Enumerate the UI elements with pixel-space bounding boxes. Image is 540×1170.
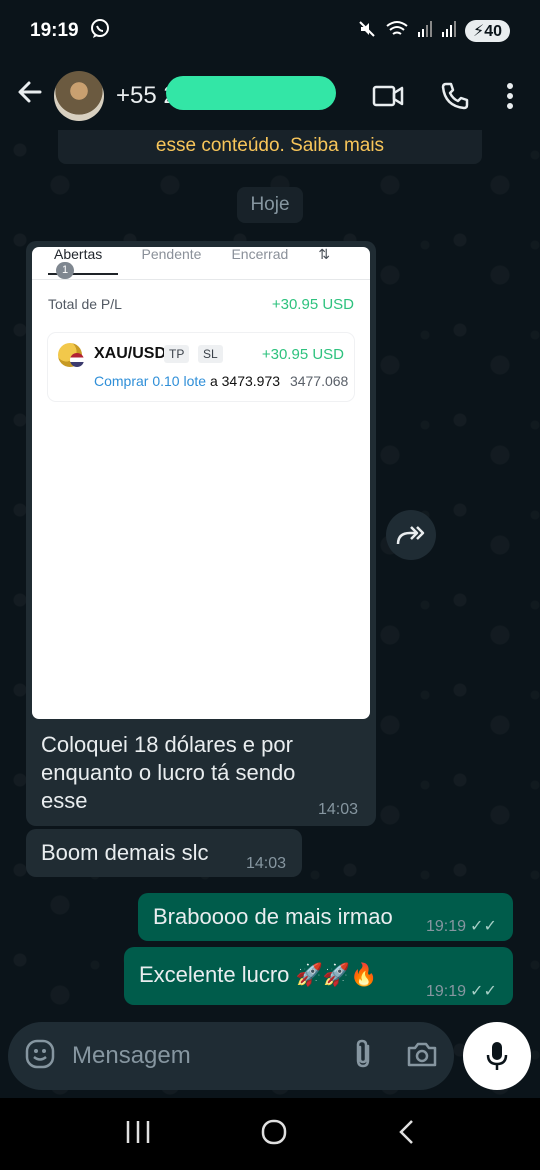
battery-indicator: ⚡40 xyxy=(464,20,510,42)
voice-message-button[interactable] xyxy=(463,1022,531,1090)
menu-button[interactable] xyxy=(506,82,514,110)
voice-call-button[interactable] xyxy=(440,81,470,111)
position-card: XAU/USD TP SL +30.95 USD Comprar 0.10 lo… xyxy=(48,333,354,401)
total-pl-row: Total de P/L +30.95 USD xyxy=(32,296,370,313)
emoji-button[interactable] xyxy=(24,1038,56,1075)
message-composer xyxy=(8,1022,454,1090)
tp-tag: TP xyxy=(164,345,190,363)
tab-encerrad: Encerrad xyxy=(231,247,289,262)
video-call-button[interactable] xyxy=(372,83,404,109)
encryption-banner[interactable]: esse conteúdo. Saiba mais xyxy=(58,130,482,164)
trading-screenshot[interactable]: Abertas 1 Pendente Encerrad ⇅ Total de P… xyxy=(32,247,370,719)
wifi-icon xyxy=(385,19,409,44)
redaction-mark xyxy=(166,76,336,110)
status-bar: 19:19 ⚡40 xyxy=(0,0,540,62)
forward-button[interactable] xyxy=(386,510,436,560)
position-entry: 3473.973 xyxy=(221,373,281,389)
contact-avatar[interactable] xyxy=(54,71,104,121)
incoming-message[interactable]: Boom demais slc 14:03 xyxy=(26,829,302,877)
contact-name[interactable]: +55 2 3 xyxy=(116,76,336,110)
double-check-icon: ✓✓ xyxy=(470,983,497,1000)
home-button[interactable] xyxy=(260,1118,288,1151)
message-time: 19:19 ✓✓ xyxy=(426,918,497,935)
chat-header: +55 2 3 xyxy=(0,62,540,130)
date-divider: Hoje xyxy=(237,187,303,223)
sort-icon: ⇅ xyxy=(318,247,330,262)
mic-icon xyxy=(486,1042,508,1070)
incoming-message-image[interactable]: Abertas 1 Pendente Encerrad ⇅ Total de P… xyxy=(26,241,376,826)
recents-icon xyxy=(126,1120,150,1143)
whatsapp-status-icon xyxy=(89,17,111,45)
message-text: Coloquei 18 dólares e por enquanto o luc… xyxy=(41,731,295,815)
message-input[interactable] xyxy=(72,1042,322,1070)
position-details: Comprar 0.10 lote a 3473.973 3477.068 xyxy=(94,373,348,389)
chevron-left-icon xyxy=(399,1119,413,1144)
system-nav-bar xyxy=(0,1098,540,1170)
mute-icon xyxy=(357,19,377,44)
total-pl-value: +30.95 USD xyxy=(271,296,354,313)
trade-tabs: Abertas 1 Pendente Encerrad ⇅ xyxy=(32,247,370,280)
message-text: Braboooo de mais irmao xyxy=(153,904,393,929)
sl-tag: SL xyxy=(198,345,223,363)
forward-icon xyxy=(396,526,425,545)
message-line: esse xyxy=(41,788,88,813)
position-current: 3477.068 xyxy=(289,373,349,389)
position-symbol: XAU/USD xyxy=(94,345,167,362)
camera-icon xyxy=(407,1042,437,1066)
position-action: Comprar 0.10 lote xyxy=(94,373,207,389)
message-text: Excelente lucro 🚀🚀🔥 xyxy=(139,962,378,987)
signal-icon-2 xyxy=(441,20,457,43)
back-button[interactable] xyxy=(6,78,54,114)
message-line: Coloquei 18 dólares e por xyxy=(41,732,293,757)
signal-icon-1 xyxy=(417,20,433,43)
home-icon xyxy=(261,1119,287,1144)
us-flag-icon xyxy=(70,353,84,367)
double-check-icon: ✓✓ xyxy=(470,918,497,935)
attach-button[interactable] xyxy=(352,1038,374,1075)
message-line: enquanto o lucro tá sendo xyxy=(41,760,296,785)
status-indicators: ⚡40 xyxy=(357,19,510,44)
total-pl-label: Total de P/L xyxy=(48,296,122,312)
status-time: 19:19 xyxy=(30,20,79,41)
paperclip-icon xyxy=(356,1039,370,1067)
message-time: 19:19 ✓✓ xyxy=(426,983,497,1000)
tab-pendente: Pendente xyxy=(141,247,202,262)
outgoing-message[interactable]: Braboooo de mais irmao 19:19 ✓✓ xyxy=(138,893,513,941)
arrow-left-icon xyxy=(18,81,42,103)
emoji-icon xyxy=(25,1039,55,1068)
open-count-badge: 1 xyxy=(56,262,74,279)
phone-icon xyxy=(441,82,469,110)
system-back-button[interactable] xyxy=(396,1118,416,1151)
message-time: 14:03 xyxy=(246,855,287,872)
video-call-icon xyxy=(372,85,404,107)
tab-abertas: Abertas 1 xyxy=(48,247,118,279)
position-at: a xyxy=(209,373,218,389)
message-text: Boom demais slc xyxy=(41,840,209,865)
camera-button[interactable] xyxy=(406,1040,438,1073)
outgoing-message[interactable]: Excelente lucro 🚀🚀🔥 19:19 ✓✓ xyxy=(124,947,513,1005)
more-vert-icon xyxy=(507,83,513,109)
message-time: 14:03 xyxy=(318,801,359,818)
recent-apps-button[interactable] xyxy=(124,1119,152,1150)
position-pl: +30.95 USD xyxy=(261,346,344,363)
